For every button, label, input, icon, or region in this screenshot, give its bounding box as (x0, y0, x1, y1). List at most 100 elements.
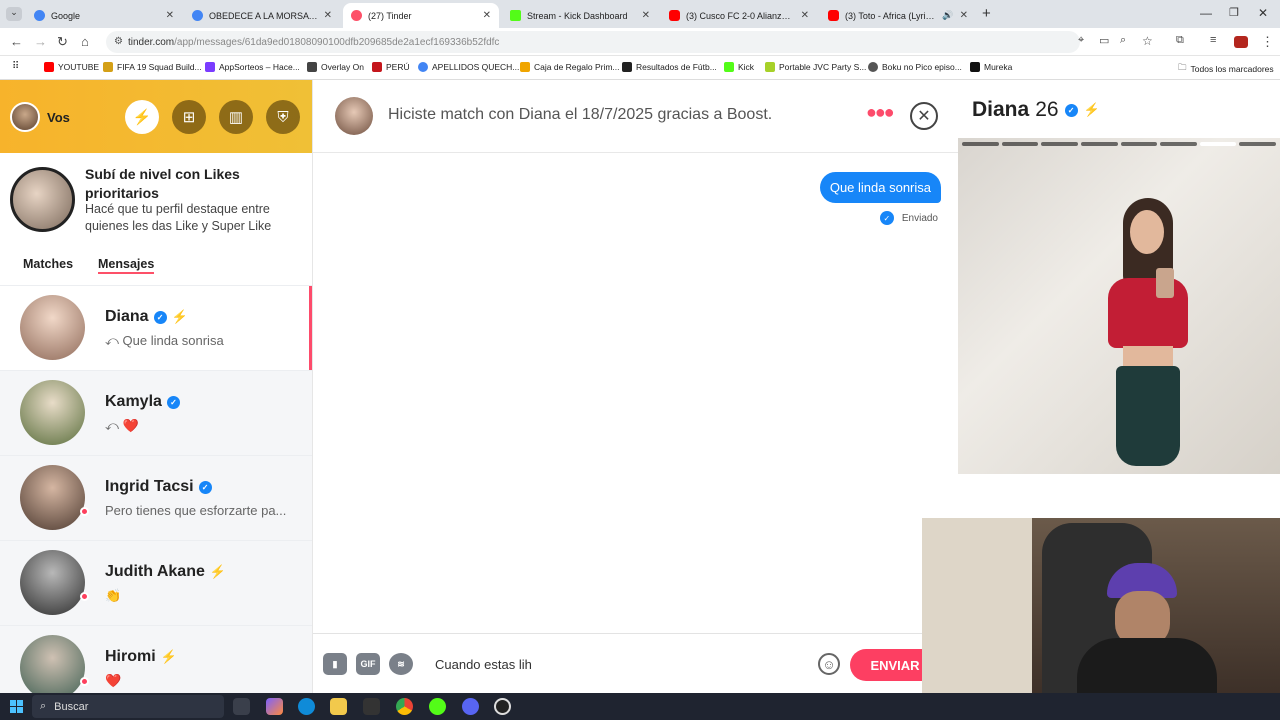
close-icon[interactable]: ✕ (801, 10, 809, 21)
menu-kebab-icon[interactable]: ⋮ (1261, 34, 1274, 50)
browser-tab-bar: ⌄ Google ✕ OBEDECE A LA MORSA - Busca ✕ … (0, 0, 1280, 28)
bookmark-item[interactable]: PERÚ (372, 62, 410, 72)
tab-youtube-cusco[interactable]: (3) Cusco FC 2-0 Alianza Lima: ✕ (661, 3, 817, 28)
verified-icon: ✓ (153, 310, 167, 324)
window-close-icon[interactable]: ✕ (1258, 6, 1268, 20)
apps-grid-icon[interactable]: ⠿ (12, 61, 19, 72)
google-icon (34, 10, 45, 21)
bookmark-item[interactable]: Overlay On (307, 62, 364, 72)
minimize-icon[interactable]: — (1200, 6, 1212, 20)
bookmark-item[interactable]: YOUTUBE (44, 62, 99, 72)
conversation-item-judith[interactable]: Judith Akane ⚡ 👏 (0, 540, 312, 625)
conversation-name: Ingrid Tacsi ✓ (105, 478, 212, 496)
taskbar-search[interactable]: ⌕ Buscar (32, 695, 224, 718)
bookmark-item[interactable]: AppSorteos – Hace... (205, 62, 300, 72)
bookmark-item[interactable]: Boku no Pico episo... (868, 62, 962, 72)
verified-icon: ✓ (1064, 103, 1078, 117)
windows-start-icon[interactable] (10, 700, 23, 713)
forward-icon[interactable]: → (34, 34, 47, 49)
photo-progress-segment[interactable] (1199, 142, 1237, 146)
discord-icon[interactable] (462, 698, 479, 715)
xbox-icon[interactable] (429, 698, 446, 715)
close-icon[interactable]: ✕ (483, 10, 491, 21)
location-icon[interactable]: ⌖ (1078, 34, 1084, 47)
boost-icon[interactable]: ⚡ (125, 100, 159, 134)
site-info-icon[interactable]: ⚙ (114, 36, 123, 47)
bookmark-item[interactable]: Portable JVC Party S... (765, 62, 866, 72)
tab-matches[interactable]: Matches (23, 257, 73, 271)
tab-busca[interactable]: OBEDECE A LA MORSA - Busca ✕ (184, 3, 340, 28)
url-field[interactable]: ⚙ tinder.com/app/messages/61da9ed0180809… (106, 31, 1080, 53)
explore-icon[interactable]: ⊞ (172, 100, 206, 134)
home-icon[interactable]: ⌂ (81, 34, 89, 49)
bookmark-item[interactable]: APELLIDOS QUECH... (418, 62, 519, 72)
boost-bolt-icon: ⚡ (1083, 102, 1100, 117)
bookmark-item[interactable]: FIFA 19 Squad Build... (103, 62, 202, 72)
youtube-icon (669, 10, 680, 21)
conversation-preview: Pero tienes que esforzarte pa... (105, 503, 287, 518)
bookmark-item[interactable]: Kick (724, 62, 754, 72)
reload-icon[interactable]: ↻ (57, 34, 68, 50)
shield-icon[interactable]: ⛨ (266, 100, 300, 134)
photo-progress-segment[interactable] (1041, 142, 1078, 146)
boost-bolt-icon: ⚡ (171, 309, 188, 324)
folder-icon: 🗀 (1178, 62, 1187, 72)
contact-card-icon[interactable]: ▮ (323, 653, 347, 675)
obs-icon[interactable] (494, 698, 511, 715)
work-bag-icon[interactable]: ▥ (219, 100, 253, 134)
copilot-icon[interactable] (266, 698, 283, 715)
file-explorer-icon[interactable] (330, 698, 347, 715)
all-bookmarks-folder[interactable]: 🗀 Todos los marcadores (1178, 62, 1274, 76)
tab-search-button[interactable]: ⌄ (6, 7, 22, 21)
task-view-icon[interactable] (233, 698, 250, 715)
tab-google[interactable]: Google ✕ (26, 3, 182, 28)
zoom-icon[interactable]: ⌕ (1120, 34, 1126, 47)
bookmark-item[interactable]: Mureka (970, 62, 1012, 72)
photo-progress-segment[interactable] (1001, 142, 1039, 146)
close-icon[interactable]: ✕ (960, 10, 968, 21)
media-icon[interactable]: ≡ (1210, 34, 1216, 46)
sidebar-tabs: Matches Mensajes (0, 250, 312, 280)
extensions-icon[interactable]: ⧉ (1176, 34, 1184, 47)
photo-progress-segment[interactable] (1239, 142, 1276, 146)
conversation-item-hiromi[interactable]: Hiromi ⚡ ❤️ (0, 625, 312, 693)
close-icon[interactable]: ✕ (642, 10, 650, 21)
photo-progress-segment[interactable] (1120, 142, 1158, 146)
close-icon[interactable]: ✕ (166, 10, 174, 21)
profile-avatar-icon[interactable] (1234, 36, 1248, 48)
more-options-icon[interactable]: ●●● (866, 102, 895, 123)
conversation-item-kamyla[interactable]: Kamyla ✓ ⤺ ❤️ (0, 370, 312, 455)
photo-progress-segment[interactable] (962, 142, 999, 146)
tab-mensajes[interactable]: Mensajes (98, 257, 155, 274)
profile-photo[interactable] (958, 138, 1280, 474)
restore-icon[interactable]: ❐ (1229, 6, 1239, 19)
emoji-icon[interactable]: ☺ (818, 653, 840, 675)
avatar[interactable] (10, 102, 40, 132)
edge-icon[interactable] (298, 698, 315, 715)
gif-button[interactable]: GIF (356, 653, 380, 675)
bookmark-item[interactable]: Caja de Regalo Prim... (520, 62, 620, 72)
tab-youtube-toto[interactable]: (3) Toto - Africa (Lyrics) - Yo 🔊 ✕ (820, 3, 976, 28)
promo-card[interactable]: Subí de nivel con Likes prioritarios Hac… (0, 153, 312, 243)
bookmark-item[interactable]: Resultados de Fútb... (622, 62, 717, 72)
spotify-icon[interactable]: ≋ (389, 653, 413, 675)
bookmark-star-icon[interactable]: ☆ (1142, 34, 1153, 48)
tab-tinder[interactable]: (27) Tinder ✕ (343, 3, 499, 28)
close-chat-icon[interactable]: ✕ (910, 102, 938, 130)
close-icon[interactable]: ✕ (324, 10, 332, 21)
photo-progress-bars (962, 142, 1276, 146)
conversation-item-diana[interactable]: Diana ✓ ⚡ ⤺ Que linda sonrisa (0, 285, 312, 371)
photo-progress-segment[interactable] (1080, 142, 1118, 146)
youtube-icon (828, 10, 839, 21)
new-tab-button[interactable]: + (982, 5, 991, 22)
avatar[interactable] (335, 97, 373, 135)
back-icon[interactable]: ← (10, 34, 23, 49)
tab-kick[interactable]: Stream - Kick Dashboard ✕ (502, 3, 658, 28)
message-input[interactable]: Cuando estas lih (435, 657, 532, 672)
conversation-item-ingrid[interactable]: Ingrid Tacsi ✓ Pero tienes que esforzarte… (0, 455, 312, 540)
photo-progress-segment[interactable] (1160, 142, 1197, 146)
chrome-icon[interactable] (396, 698, 413, 715)
capcut-icon[interactable] (363, 698, 380, 715)
cast-icon[interactable]: ▭ (1099, 34, 1109, 47)
user-label[interactable]: Vos (47, 110, 70, 125)
